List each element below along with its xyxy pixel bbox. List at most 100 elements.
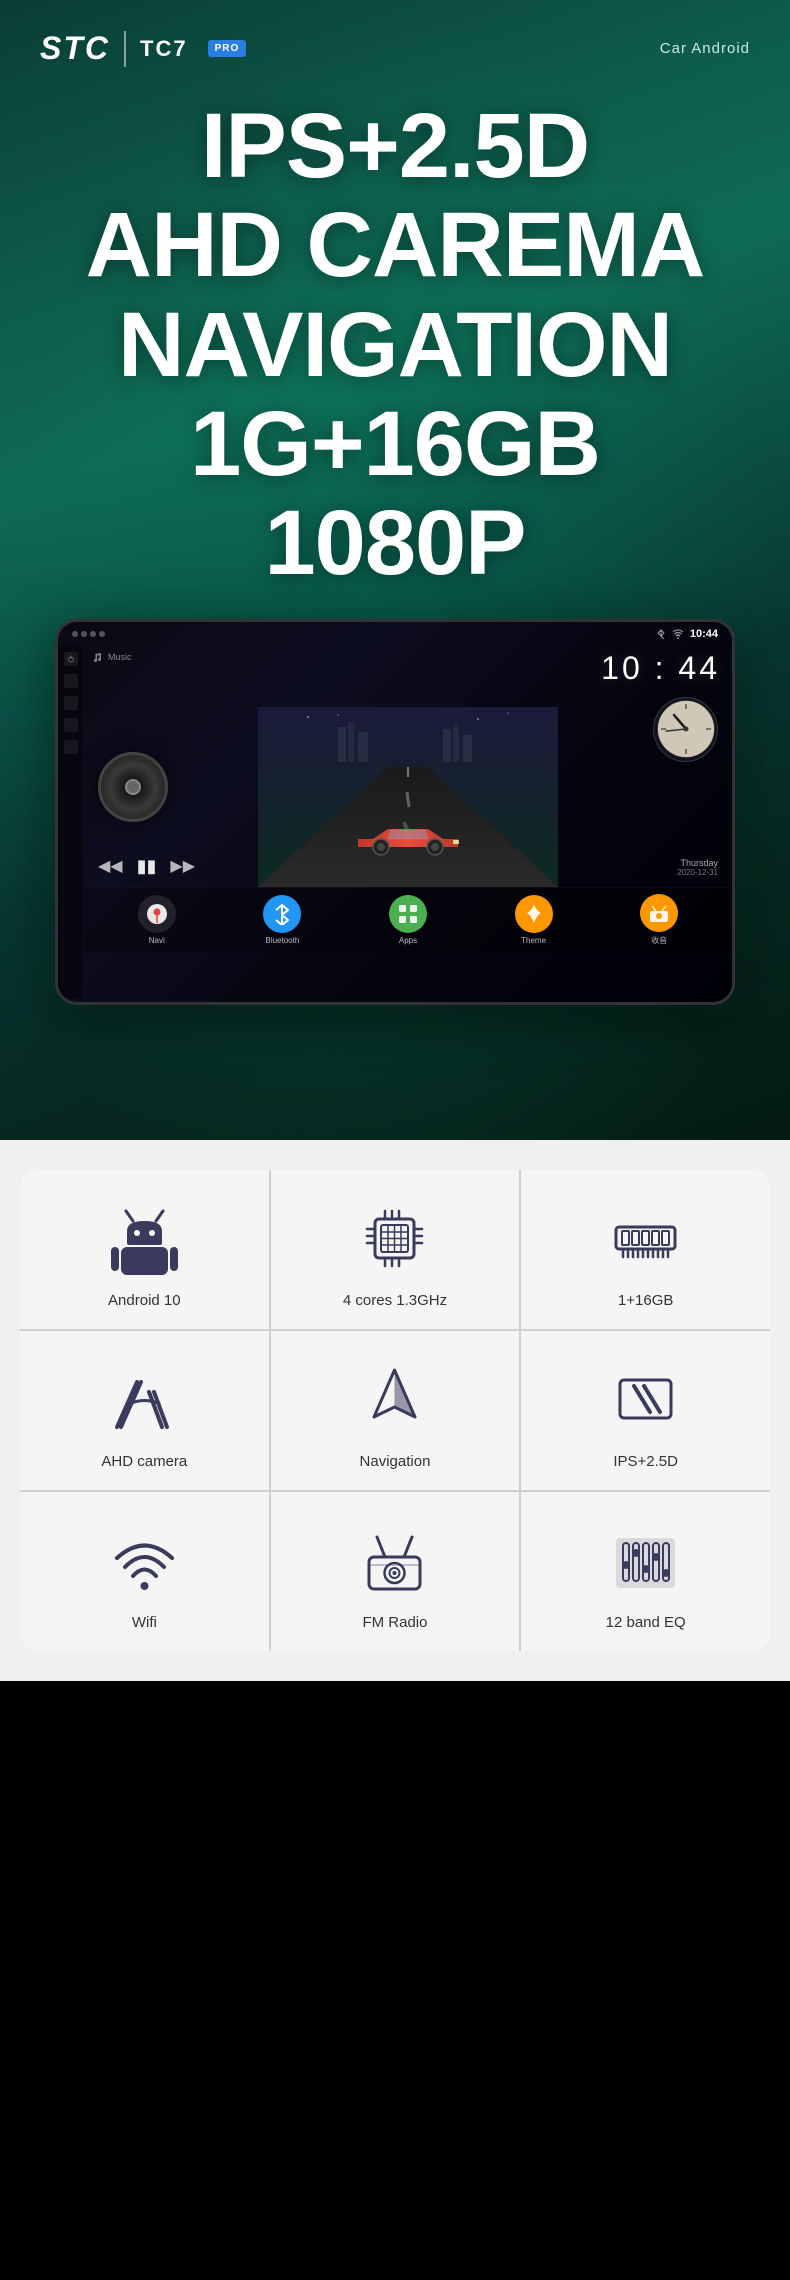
eq-svg <box>608 1523 683 1598</box>
nav-svg <box>357 1362 432 1437</box>
app-navi[interactable]: Navi <box>138 895 176 945</box>
feature-cpu: 4 cores 1.3GHz <box>271 1170 520 1329</box>
media-controls: ◀◀ ▮▮ ▶▶ <box>98 856 195 877</box>
apps-label: Apps <box>399 936 417 945</box>
car-silhouette <box>353 817 463 862</box>
sidebar-back-btn <box>64 696 78 710</box>
sidebar-vol-dn-btn <box>64 740 78 754</box>
screen-time-display: 10:44 <box>690 628 718 640</box>
wifi-label: Wifi <box>132 1614 157 1631</box>
screen-visual-area: ◀◀ ▮▮ ▶▶ Thursday 2020-12-31 <box>84 687 732 887</box>
bluetooth-label: Bluetooth <box>265 936 299 945</box>
sidebar-home-btn <box>64 674 78 688</box>
feature-navigation: Navigation <box>271 1331 520 1490</box>
android10-label: Android 10 <box>108 1292 181 1309</box>
radio-icon-bg <box>640 894 678 932</box>
music-label-area: Music <box>94 652 132 662</box>
clock-face-svg <box>656 699 716 759</box>
model-label: TC7 <box>140 36 188 62</box>
navigation-label: Navigation <box>360 1453 431 1470</box>
hero-line5: 1080P <box>264 492 525 594</box>
device-mockup: 10:44 <box>55 619 735 1005</box>
hero-line4: 1G+16GB <box>190 393 600 495</box>
hero-line3: NAVIGATION <box>118 294 672 396</box>
apps-icon-bg <box>389 895 427 933</box>
logo-divider <box>124 31 126 67</box>
screen-sidebar <box>58 646 84 998</box>
bt-icon <box>274 903 290 925</box>
logo-area: STC TC7 PRO <box>40 30 246 67</box>
pro-badge: PRO <box>208 40 247 57</box>
app-apps[interactable]: Apps <box>389 895 427 945</box>
feature-ips: IPS+2.5D <box>521 1331 770 1490</box>
music-note-icon <box>94 652 104 662</box>
app-icons-row: Navi Bluetooth <box>84 887 732 952</box>
ips-label: IPS+2.5D <box>613 1453 678 1470</box>
android-icon <box>104 1198 184 1278</box>
app-radio[interactable]: 收音 <box>640 894 678 946</box>
navi-icon-bg <box>138 895 176 933</box>
screen-top-row: Music 10 : 44 <box>84 646 732 687</box>
tagline-label: Car Android <box>660 40 750 57</box>
power-icon <box>67 655 75 663</box>
play-btn[interactable]: ▮▮ <box>137 856 157 877</box>
cpu-label: 4 cores 1.3GHz <box>343 1292 447 1309</box>
day-label: Thursday <box>677 858 718 868</box>
analog-clock <box>653 697 718 762</box>
feature-fm: FM Radio <box>271 1492 520 1651</box>
wifi-icon-screen <box>672 629 684 639</box>
navi-label: Navi <box>149 936 165 945</box>
stc-logo: STC <box>40 30 110 67</box>
next-btn[interactable]: ▶▶ <box>170 856 195 876</box>
prev-btn[interactable]: ◀◀ <box>98 856 123 876</box>
ram-svg <box>608 1201 683 1276</box>
hero-heading: IPS+2.5D AHD CAREMA NAVIGATION 1G+16GB 1… <box>20 97 770 594</box>
theme-icon <box>523 903 545 925</box>
ahd-camera-label: AHD camera <box>101 1453 187 1470</box>
big-time-display: 10 : 44 <box>601 650 720 687</box>
cpu-svg <box>357 1201 432 1276</box>
radio-app-icon <box>648 903 670 923</box>
theme-label: Theme <box>521 936 546 945</box>
eq-icon <box>606 1520 686 1600</box>
eq-label: 12 band EQ <box>606 1614 686 1631</box>
features-grid: Android 10 <box>20 1170 770 1651</box>
ips-icon <box>606 1359 686 1439</box>
ahd-svg <box>107 1362 182 1437</box>
hero-line1: IPS+2.5D <box>201 95 589 197</box>
navi-icon <box>146 903 168 925</box>
app-bluetooth[interactable]: Bluetooth <box>263 895 301 945</box>
ram-label: 1+16GB <box>618 1292 673 1309</box>
theme-icon-bg <box>515 895 553 933</box>
cpu-icon <box>355 1198 435 1278</box>
feature-eq: 12 band EQ <box>521 1492 770 1651</box>
features-section: Android 10 <box>0 1140 790 1681</box>
feature-android10: Android 10 <box>20 1170 269 1329</box>
navigation-icon <box>355 1359 435 1439</box>
android-svg <box>107 1201 182 1276</box>
screen-status-bar: 10:44 <box>58 622 732 646</box>
screen-left-icons <box>72 631 105 637</box>
screen-body: Music 10 : 44 <box>58 646 732 998</box>
hero-text-block: IPS+2.5D AHD CAREMA NAVIGATION 1G+16GB 1… <box>0 77 790 604</box>
ips-svg <box>608 1362 683 1437</box>
ram-icon <box>606 1198 686 1278</box>
music-text: Music <box>108 652 132 662</box>
fm-radio-icon <box>355 1520 435 1600</box>
wifi-svg <box>107 1523 182 1598</box>
radio-label: 收音 <box>651 935 667 946</box>
date-display: Thursday 2020-12-31 <box>677 858 718 877</box>
date-label: 2020-12-31 <box>677 868 718 877</box>
hero-section: STC TC7 PRO Car Android IPS+2.5D AHD CAR… <box>0 0 790 1140</box>
ahd-camera-icon <box>104 1359 184 1439</box>
sidebar-power-btn <box>64 652 78 666</box>
hero-line2: AHD CAREMA <box>86 194 705 296</box>
device-screen: 10:44 <box>58 622 732 1002</box>
header: STC TC7 PRO Car Android <box>0 0 790 77</box>
fm-label: FM Radio <box>362 1614 427 1631</box>
app-theme[interactable]: Theme <box>515 895 553 945</box>
music-disc <box>98 752 168 822</box>
device-mockup-area: 10:44 <box>0 619 790 1005</box>
feature-wifi: Wifi <box>20 1492 269 1651</box>
bluetooth-icon-bg <box>263 895 301 933</box>
